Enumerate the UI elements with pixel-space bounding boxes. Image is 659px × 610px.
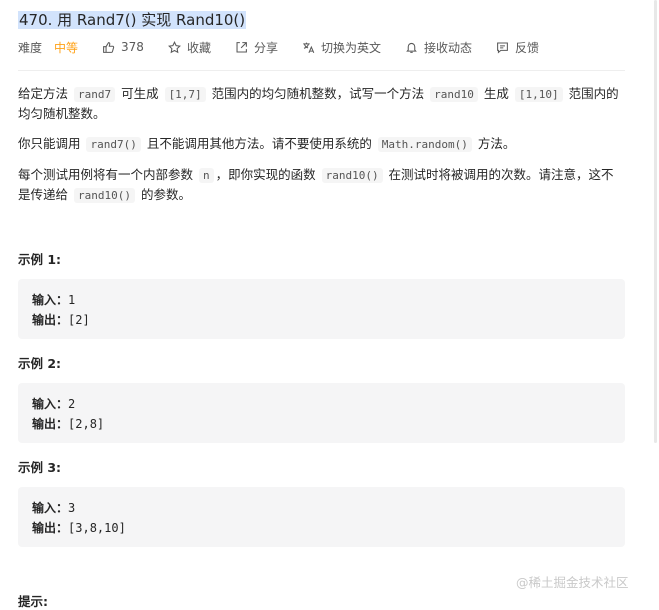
star-icon [167,40,181,53]
inline-code: rand10() [321,168,383,183]
text-segment: 给定方法 [18,86,72,101]
feedback-icon [497,42,508,54]
output-label: 输出： [32,417,69,431]
text-segment: 你只能调用 [18,136,85,151]
problem-meta-bar: 难度 中等 378 收藏 分享 切换为英文 接收动态 反馈 [18,38,563,56]
description-paragraph: 每个测试用例将有一个内部参数 n ，即你实现的函数 rand10() 在测试时将被… [18,165,625,205]
inline-code: rand7 [73,87,116,102]
share-label: 分享 [253,40,278,55]
share-button[interactable]: 分享 [235,39,278,56]
inline-code: rand10 [430,87,478,102]
output-value: [2] [68,313,90,327]
problem-title: 470. 用 Rand7() 实现 Rand10() [18,11,247,29]
input-value: 3 [68,501,76,515]
translate-icon [303,42,315,53]
text-segment: 生成 [479,86,513,101]
text-segment: 可生成 [117,86,163,101]
switch-language-label: 切换为英文 [320,40,381,55]
output-label: 输出： [32,313,69,327]
input-label: 输入： [32,501,69,515]
watermark: @稀土掘金技术社区 [516,575,629,590]
favorite-button[interactable]: 收藏 [167,39,211,56]
output-value: [3,8,10] [68,521,126,535]
text-segment: 每个测试用例将有一个内部参数 [18,167,197,182]
difficulty-label: 难度 [18,40,43,55]
example-block: 输入：1 输出：[2] [18,279,625,339]
input-value: 1 [68,293,76,307]
inline-code: [1,10] [514,87,563,102]
divider [18,70,625,71]
problem-description: 给定方法 rand7 可生成 [1,7] 范围内的均匀随机整数，试写一个方法 r… [18,84,625,216]
output-value: [2,8] [68,417,105,431]
example-title: 示例 3: [18,460,62,475]
feedback-label: 反馈 [515,40,540,55]
difficulty-badge: 中等 [54,40,79,55]
example-title: 示例 2: [18,356,62,371]
input-label: 输入： [32,397,69,411]
inline-code: Math.random() [377,137,472,152]
text-segment: 的参数。 [136,187,191,202]
input-value: 2 [68,397,76,411]
text-segment: 且不能调用其他方法。请不要使用系统的 [142,136,376,151]
example-title: 示例 1: [18,252,62,267]
inline-code: rand7() [86,137,141,152]
output-label: 输出： [32,521,69,535]
notify-label: 接收动态 [423,40,472,55]
feedback-button[interactable]: 反馈 [496,39,539,56]
favorite-label: 收藏 [186,40,211,55]
like-count: 378 [121,40,144,54]
inline-code: rand10() [73,188,135,203]
thumbs-up-icon [103,41,115,53]
text-segment: ，即你实现的函数 [215,167,320,182]
bell-icon [406,42,417,53]
inline-code: [1,7] [164,87,206,102]
example-block: 输入：3 输出：[3,8,10] [18,487,625,547]
description-paragraph: 你只能调用 rand7() 且不能调用其他方法。请不要使用系统的 Math.ra… [18,134,625,154]
input-label: 输入： [32,293,69,307]
like-button[interactable]: 378 [102,40,144,54]
text-segment: 范围内的均匀随机整数，试写一个方法 [207,86,429,101]
description-paragraph: 给定方法 rand7 可生成 [1,7] 范围内的均匀随机整数，试写一个方法 r… [18,84,625,123]
inline-code: n [198,168,214,183]
hints-title: 提示: [18,594,48,609]
scrollbar[interactable] [654,0,657,443]
switch-language-button[interactable]: 切换为英文 [302,39,381,56]
notify-button[interactable]: 接收动态 [405,39,472,56]
text-segment: 方法。 [473,136,516,151]
share-icon [236,41,247,52]
example-block: 输入：2 输出：[2,8] [18,383,625,443]
